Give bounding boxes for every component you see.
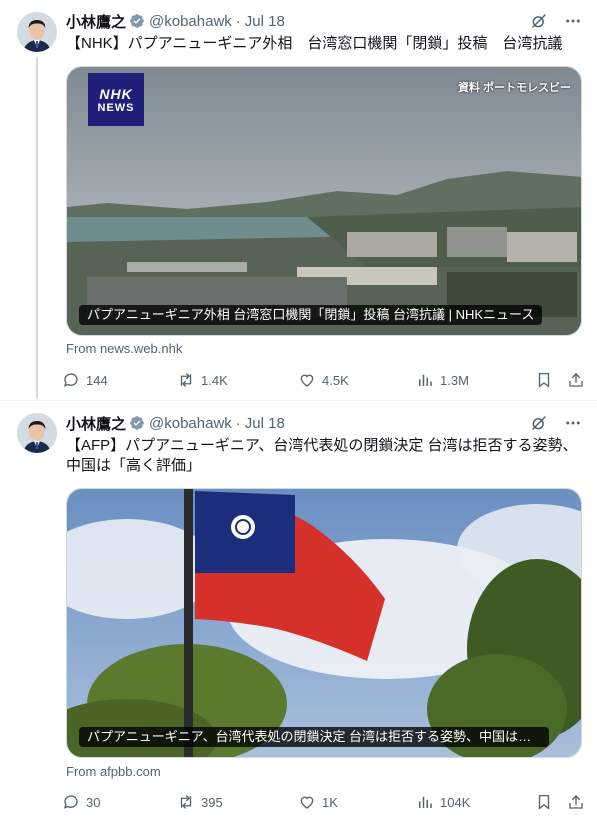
- views-chart-icon: [419, 796, 432, 808]
- image-source-tag: 資料 ポートモレスビー: [457, 82, 571, 94]
- like-button[interactable]: 1K: [298, 793, 416, 811]
- card-title: パプアニューギニア外相 台湾窓口機関「閉鎖」投稿 台湾抗議 | NHKニュース: [79, 305, 543, 325]
- more-options-icon[interactable]: [563, 413, 583, 433]
- grok-icon[interactable]: [529, 11, 549, 31]
- repost-button[interactable]: 1.4K: [177, 371, 298, 389]
- heart-icon: [300, 796, 314, 809]
- separator-dot: ·: [235, 414, 241, 432]
- card-source[interactable]: From news.web.nhk: [66, 341, 182, 356]
- reply-count: 30: [86, 794, 101, 810]
- avatar[interactable]: [17, 413, 57, 453]
- bookmark-icon[interactable]: [535, 793, 553, 811]
- tweet-date[interactable]: Jul 18: [245, 415, 285, 432]
- repost-button[interactable]: 395: [177, 793, 298, 811]
- bookmark-icon[interactable]: [535, 371, 553, 389]
- share-icon[interactable]: [567, 371, 585, 389]
- like-count: 4.5K: [322, 372, 349, 388]
- share-icon[interactable]: [567, 793, 585, 811]
- tweet-date[interactable]: Jul 18: [245, 13, 285, 30]
- reply-icon: [63, 795, 78, 809]
- tweet-1[interactable]: 小林鷹之 @kobahawk · Jul 18 【NHK】パプアニューギニア外相…: [0, 0, 597, 400]
- card-image: [67, 489, 581, 757]
- views-count: 1.3M: [440, 372, 469, 388]
- repost-icon: [180, 373, 192, 387]
- views-button[interactable]: 104K: [416, 793, 534, 811]
- views-chart-icon: [419, 374, 432, 386]
- verified-badge-icon: [129, 13, 145, 29]
- repost-count: 395: [201, 794, 223, 810]
- card-source[interactable]: From afpbb.com: [66, 764, 161, 779]
- tweet-header: 小林鷹之 @kobahawk · Jul 18: [66, 11, 583, 31]
- tweet-2[interactable]: 小林鷹之 @kobahawk · Jul 18 【AFP】パプアニューギニア、台…: [0, 401, 597, 824]
- heart-icon: [300, 374, 314, 387]
- card-image: [67, 67, 581, 335]
- verified-badge-icon: [129, 415, 145, 431]
- author-name[interactable]: 小林鷹之: [66, 11, 126, 32]
- separator-dot: ·: [235, 12, 241, 30]
- reply-count: 144: [86, 372, 108, 388]
- card-title: パプアニューギニア、台湾代表処の閉鎖決定 台湾は拒否する姿勢、中国は「高く評価」: [79, 727, 549, 747]
- views-button[interactable]: 1.3M: [416, 371, 534, 389]
- author-name[interactable]: 小林鷹之: [66, 413, 126, 434]
- link-card[interactable]: パプアニューギニア、台湾代表処の閉鎖決定 台湾は拒否する姿勢、中国は「高く評価」: [66, 488, 582, 758]
- views-count: 104K: [440, 794, 471, 810]
- avatar[interactable]: [17, 12, 57, 52]
- author-handle[interactable]: @kobahawk: [149, 415, 232, 432]
- repost-icon: [180, 795, 192, 809]
- tweet-header: 小林鷹之 @kobahawk · Jul 18: [66, 413, 583, 433]
- tweet-text: 【AFP】パプアニューギニア、台湾代表処の閉鎖決定 台湾は拒否する姿勢、中国は「…: [66, 437, 578, 474]
- tweet-actions: 30 395 1K 104K: [62, 792, 585, 812]
- like-count: 1K: [322, 794, 338, 810]
- tweet-text: 【NHK】パプアニューギニア外相 台湾窓口機関「閉鎖」投稿 台湾抗議: [66, 35, 563, 52]
- like-button[interactable]: 4.5K: [298, 371, 416, 389]
- reply-button[interactable]: 30: [62, 793, 177, 811]
- reply-icon: [63, 373, 78, 387]
- more-options-icon[interactable]: [563, 11, 583, 31]
- link-card[interactable]: NHK NEWS 資料 ポートモレスビー パプアニューギニア外相 台湾窓口機関「…: [66, 66, 582, 336]
- tweet-actions: 144 1.4K 4.5K 1.3M: [62, 370, 585, 390]
- author-handle[interactable]: @kobahawk: [149, 13, 232, 30]
- nhk-news-logo: NHK NEWS: [88, 73, 144, 126]
- grok-icon[interactable]: [529, 413, 549, 433]
- reply-button[interactable]: 144: [62, 371, 177, 389]
- repost-count: 1.4K: [201, 372, 228, 388]
